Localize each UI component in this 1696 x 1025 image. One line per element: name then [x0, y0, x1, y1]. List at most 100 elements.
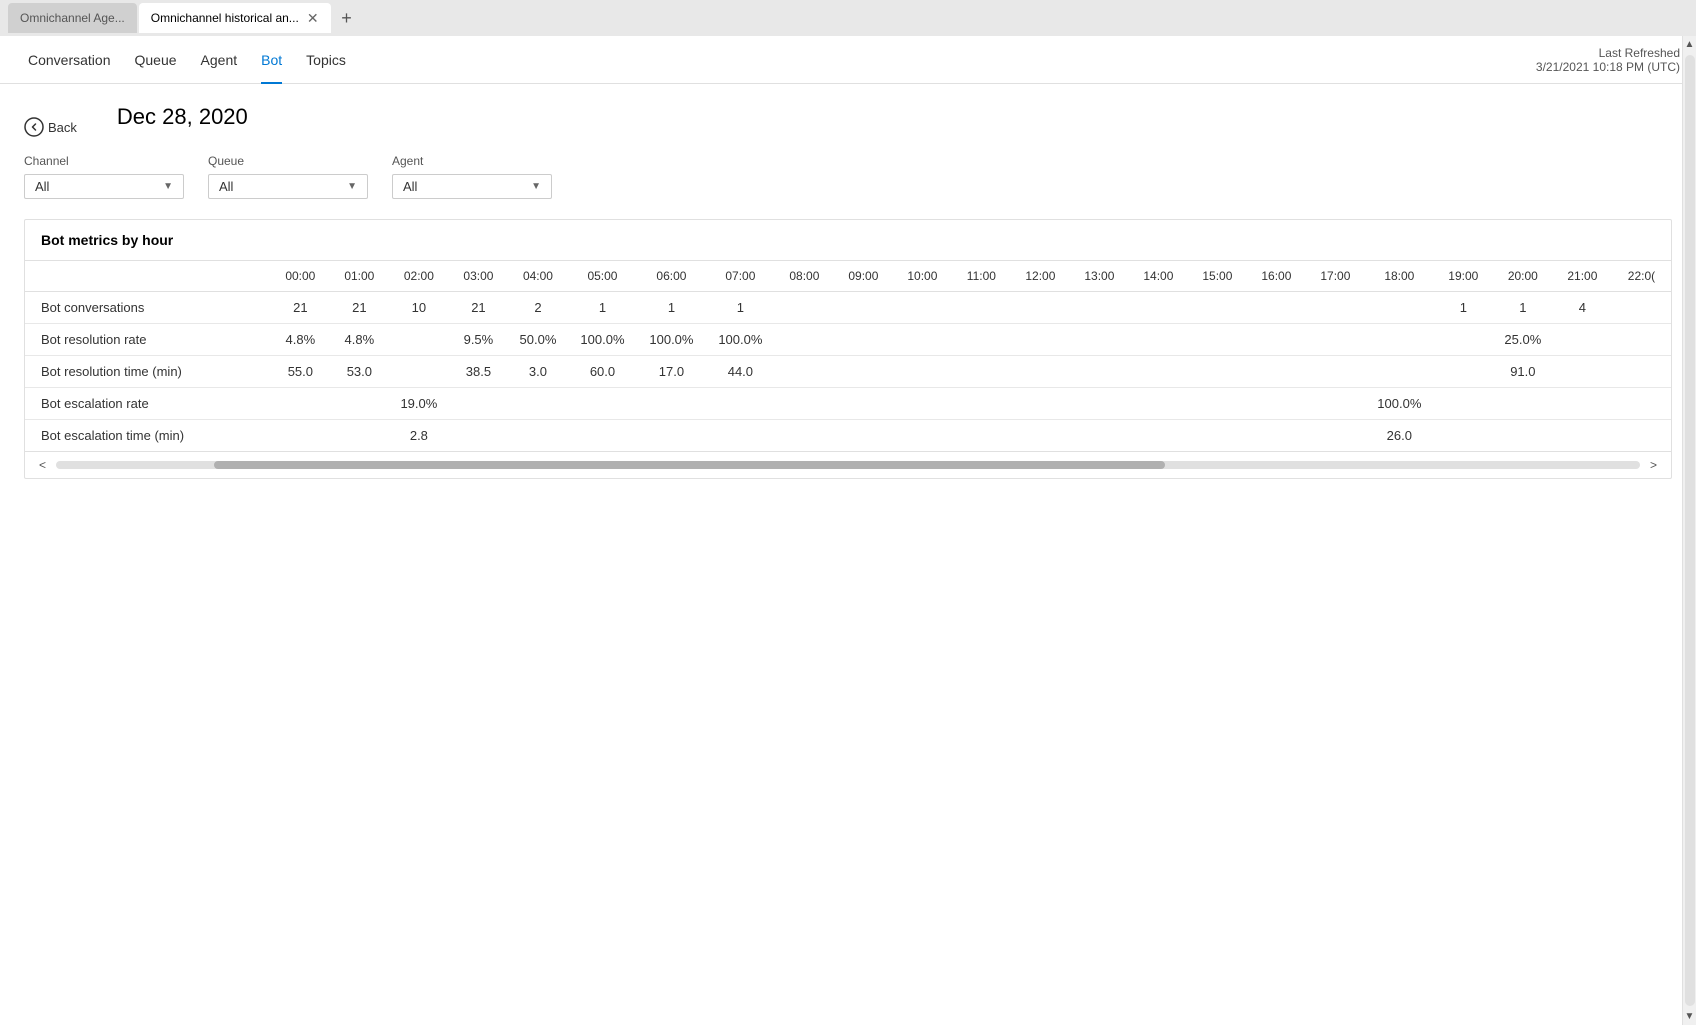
- cell-value: [834, 388, 893, 420]
- cell-value: 50.0%: [508, 324, 568, 356]
- browser-tabs: Omnichannel Age... Omnichannel historica…: [0, 0, 1696, 36]
- tab-close-icon[interactable]: ✕: [307, 10, 319, 27]
- cell-value: [1129, 292, 1188, 324]
- cell-value: [1306, 324, 1365, 356]
- scroll-left-arrow[interactable]: <: [33, 456, 52, 474]
- table-row: Bot resolution time (min)55.053.038.53.0…: [25, 356, 1671, 388]
- cell-value: [449, 388, 508, 420]
- hour-header: 03:00: [449, 261, 508, 292]
- hour-header: 14:00: [1129, 261, 1188, 292]
- back-icon: [24, 117, 44, 137]
- table-scroll-wrapper[interactable]: 00:0001:0002:0003:0004:0005:0006:0007:00…: [25, 260, 1671, 451]
- cell-value: [1365, 356, 1434, 388]
- queue-select[interactable]: All ▼: [208, 174, 368, 199]
- cell-value: 2: [508, 292, 568, 324]
- tab-omnichannel-agent[interactable]: Omnichannel Age...: [8, 3, 137, 33]
- queue-dropdown-arrow: ▼: [347, 181, 357, 192]
- cell-value: 19.0%: [389, 388, 449, 420]
- cell-value: [1188, 420, 1247, 452]
- cell-value: 1: [1493, 292, 1553, 324]
- hour-header: 00:00: [271, 261, 330, 292]
- cell-value: [330, 388, 389, 420]
- cell-value: [1434, 388, 1493, 420]
- agent-dropdown-arrow: ▼: [531, 181, 541, 192]
- table-row: Bot escalation rate19.0%100.0%: [25, 388, 1671, 420]
- scrollbar-up-arrow[interactable]: ▲: [1682, 36, 1696, 53]
- channel-select[interactable]: All ▼: [24, 174, 184, 199]
- hour-header: 13:00: [1070, 261, 1129, 292]
- tab-omnichannel-historical[interactable]: Omnichannel historical an... ✕: [139, 3, 331, 33]
- cell-value: 91.0: [1493, 356, 1553, 388]
- cell-value: [1011, 388, 1070, 420]
- cell-value: [952, 356, 1011, 388]
- cell-value: 100.0%: [568, 324, 637, 356]
- hour-header: 22:0(: [1612, 261, 1671, 292]
- cell-value: 2.8: [389, 420, 449, 452]
- nav-agent[interactable]: Agent: [189, 36, 250, 84]
- cell-value: [1612, 388, 1671, 420]
- cell-value: [1011, 292, 1070, 324]
- scrollbar-down-arrow[interactable]: ▼: [1682, 1008, 1696, 1025]
- hour-header: 06:00: [637, 261, 706, 292]
- cell-value: [775, 324, 834, 356]
- cell-value: [1612, 292, 1671, 324]
- scroll-bar-thumb: [214, 461, 1164, 469]
- cell-value: [952, 324, 1011, 356]
- scrollbar-track[interactable]: [1685, 55, 1695, 1006]
- cell-value: [893, 324, 952, 356]
- hour-header: 18:00: [1365, 261, 1434, 292]
- cell-value: 4.8%: [271, 324, 330, 356]
- scroll-bar-track[interactable]: [56, 461, 1640, 469]
- row-label: Bot escalation time (min): [25, 420, 271, 452]
- agent-filter: Agent All ▼: [392, 154, 552, 199]
- cell-value: 100.0%: [706, 324, 775, 356]
- scroll-right-arrow[interactable]: >: [1644, 456, 1663, 474]
- back-button[interactable]: Back: [24, 117, 77, 137]
- right-scrollbar[interactable]: ▲ ▼: [1682, 36, 1696, 1025]
- cell-value: [1553, 356, 1612, 388]
- cell-value: [893, 292, 952, 324]
- cell-value: [1306, 388, 1365, 420]
- cell-value: [1612, 420, 1671, 452]
- hour-header: 08:00: [775, 261, 834, 292]
- cell-value: [508, 420, 568, 452]
- cell-value: [1070, 388, 1129, 420]
- cell-value: [834, 356, 893, 388]
- nav-conversation[interactable]: Conversation: [16, 36, 123, 84]
- table-row: Bot escalation time (min) 2.8 26.0: [25, 420, 1671, 452]
- cell-value: [1612, 324, 1671, 356]
- cell-value: [1011, 420, 1070, 452]
- agent-select[interactable]: All ▼: [392, 174, 552, 199]
- cell-value: 17.0: [637, 356, 706, 388]
- page-title: Dec 28, 2020: [117, 104, 248, 130]
- cell-value: 26.0: [1365, 420, 1434, 452]
- cell-value: [1188, 292, 1247, 324]
- cell-value: [1070, 324, 1129, 356]
- cell-value: [1434, 324, 1493, 356]
- cell-value: 21: [449, 292, 508, 324]
- cell-value: [1306, 420, 1365, 452]
- cell-value: [330, 420, 389, 452]
- cell-value: [1434, 356, 1493, 388]
- hour-header: 17:00: [1306, 261, 1365, 292]
- metrics-card: Bot metrics by hour 00:0001:0002:0003:00…: [24, 219, 1672, 479]
- nav-topics[interactable]: Topics: [294, 36, 358, 84]
- metrics-table: 00:0001:0002:0003:0004:0005:0006:0007:00…: [25, 260, 1671, 451]
- hour-header: 07:00: [706, 261, 775, 292]
- cell-value: [1129, 388, 1188, 420]
- cell-value: [1247, 324, 1306, 356]
- cell-value: 9.5%: [449, 324, 508, 356]
- nav-bot[interactable]: Bot: [249, 36, 294, 84]
- add-tab-button[interactable]: +: [333, 4, 361, 32]
- cell-value: [1365, 292, 1434, 324]
- row-label: Bot conversations: [25, 292, 271, 324]
- cell-value: [1365, 324, 1434, 356]
- cell-value: [1493, 388, 1553, 420]
- cell-value: [1493, 420, 1553, 452]
- cell-value: 4: [1553, 292, 1612, 324]
- cell-value: 1: [706, 292, 775, 324]
- table-row: Bot resolution rate4.8%4.8%9.5%50.0%100.…: [25, 324, 1671, 356]
- nav-queue[interactable]: Queue: [123, 36, 189, 84]
- metrics-card-title: Bot metrics by hour: [25, 220, 1671, 260]
- cell-value: [834, 292, 893, 324]
